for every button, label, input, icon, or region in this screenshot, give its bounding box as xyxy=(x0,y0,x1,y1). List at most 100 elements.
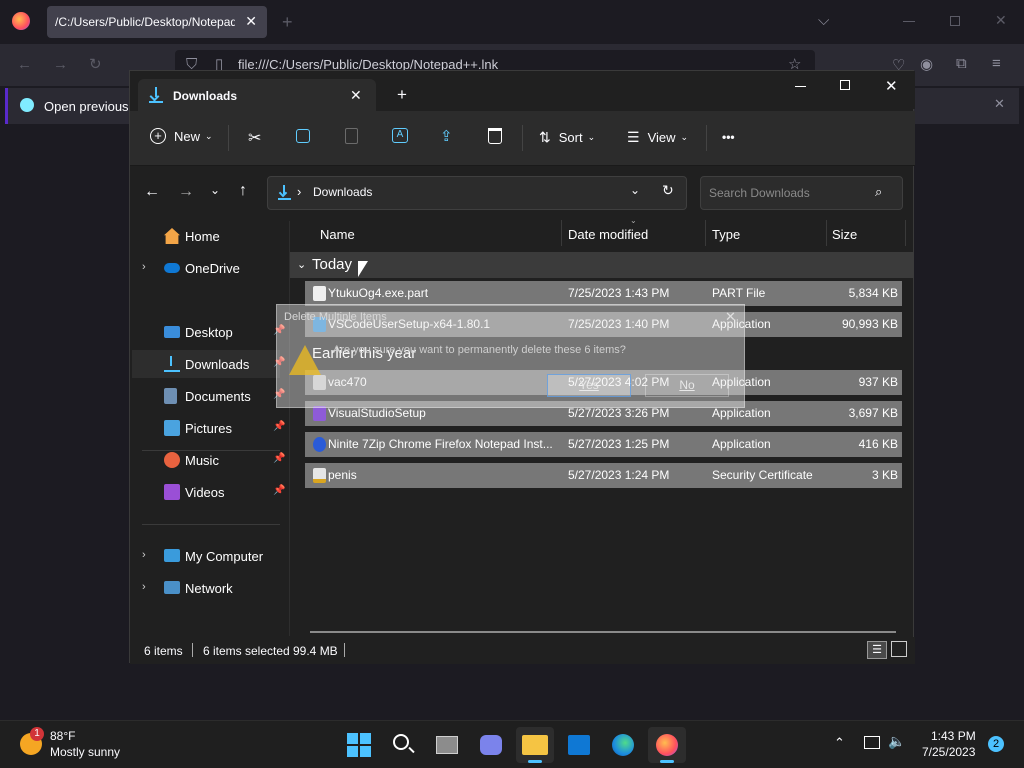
chevron-right-icon[interactable]: › xyxy=(142,581,146,593)
file-row[interactable]: penis 5/27/2023 1:24 PM Security Certifi… xyxy=(305,463,902,488)
nav-item-music[interactable]: Music 📌 xyxy=(130,446,285,474)
view-icon: ☰ xyxy=(627,129,640,145)
firefox-view-icon[interactable] xyxy=(12,12,30,30)
horizontal-scrollbar[interactable] xyxy=(310,631,896,633)
new-tab-button[interactable]: + xyxy=(282,12,293,33)
clock-time[interactable]: 1:43 PM xyxy=(931,729,976,743)
up-arrow-icon[interactable]: ↑ xyxy=(239,182,247,200)
nav-item-onedrive[interactable]: › OneDrive xyxy=(130,254,280,282)
chevron-right-icon[interactable]: › xyxy=(142,549,146,561)
teams-chat-button[interactable] xyxy=(472,727,510,763)
nav-item-desktop[interactable]: Desktop 📌 xyxy=(130,318,285,346)
column-divider[interactable] xyxy=(561,220,562,246)
nav-item-network[interactable]: › Network xyxy=(130,574,280,602)
recent-locations-icon[interactable]: ⌄ xyxy=(210,183,220,197)
start-button[interactable] xyxy=(340,727,378,763)
new-button[interactable]: + New ⌄ xyxy=(150,128,213,144)
forward-arrow-icon[interactable]: → xyxy=(178,183,194,201)
back-arrow-icon[interactable]: ← xyxy=(144,183,160,201)
weather-widget[interactable]: 1 88°F Mostly sunny xyxy=(18,727,138,763)
list-all-tabs-icon[interactable]: ⌵ xyxy=(818,12,829,29)
nav-item-videos[interactable]: Videos 📌 xyxy=(130,478,285,506)
paste-icon[interactable] xyxy=(345,128,358,144)
extensions-icon[interactable]: ⧉ xyxy=(956,55,967,72)
close-browser-icon[interactable]: ✕ xyxy=(995,12,1007,29)
new-tab-button[interactable]: + xyxy=(397,85,407,105)
weather-temp: 88°F xyxy=(50,729,76,743)
column-divider[interactable] xyxy=(705,220,706,246)
nav-divider xyxy=(142,524,280,525)
selected-size: 99.4 MB xyxy=(293,644,338,658)
breadcrumb[interactable]: Downloads xyxy=(313,185,372,199)
download-arrow-icon xyxy=(149,87,163,103)
dialog-close-icon[interactable]: ✕ xyxy=(725,309,736,325)
details-view-icon[interactable]: ☰ xyxy=(867,641,887,659)
maximize-icon[interactable] xyxy=(840,80,850,90)
share-icon[interactable]: ⇪ xyxy=(440,127,453,145)
close-window-icon[interactable]: ✕ xyxy=(885,77,898,95)
task-view-button[interactable] xyxy=(428,727,466,763)
column-header-name[interactable]: Name xyxy=(320,227,355,242)
minimize-icon[interactable] xyxy=(795,86,806,87)
file-row[interactable]: Ninite 7Zip Chrome Firefox Notepad Inst.… xyxy=(305,432,902,457)
search-input[interactable]: Search Downloads ⌕ xyxy=(700,176,903,210)
column-header-date[interactable]: Date modified xyxy=(568,227,648,242)
address-bar[interactable]: › Downloads ⌄ ↻ xyxy=(267,176,687,210)
close-tab-icon[interactable]: ✕ xyxy=(245,13,257,30)
search-icon[interactable]: ⌕ xyxy=(875,184,882,200)
microsoft-store-button[interactable] xyxy=(560,727,598,763)
clock-date[interactable]: 7/25/2023 xyxy=(922,745,975,759)
volume-icon[interactable]: 🔈 xyxy=(888,733,905,750)
maximize-browser-icon[interactable] xyxy=(950,16,960,26)
column-divider[interactable] xyxy=(826,220,827,246)
refresh-icon[interactable]: ↻ xyxy=(662,182,674,199)
see-more-button[interactable]: ••• xyxy=(722,130,735,144)
column-divider[interactable] xyxy=(905,220,906,246)
nav-item-home[interactable]: Home xyxy=(130,222,280,250)
nav-item-documents[interactable]: Documents 📌 xyxy=(130,382,285,410)
yes-button[interactable]: Yes xyxy=(547,374,631,397)
column-header-type[interactable]: Type xyxy=(712,227,740,242)
column-header-size[interactable]: Size xyxy=(832,227,857,242)
network-status-icon[interactable] xyxy=(864,736,880,749)
chevron-right-icon[interactable]: › xyxy=(142,261,146,273)
address-dropdown-icon[interactable]: ⌄ xyxy=(630,183,640,197)
sort-button[interactable]: ⇅ Sort ⌄ xyxy=(539,129,595,146)
notification-badge[interactable]: 2 xyxy=(988,736,1004,752)
show-hidden-icons[interactable]: ⌃ xyxy=(834,735,845,751)
file-explorer-taskbar-button[interactable] xyxy=(516,727,554,763)
nav-item-downloads[interactable]: Downloads 📌 xyxy=(132,350,285,378)
download-arrow-icon xyxy=(164,356,180,372)
view-button[interactable]: ☰ View ⌄ xyxy=(627,129,688,146)
no-button[interactable]: No xyxy=(645,374,729,397)
forward-icon[interactable]: → xyxy=(53,56,68,73)
cut-icon[interactable]: ✂ xyxy=(248,128,261,148)
file-name: penis xyxy=(328,468,357,482)
nav-item-my-computer[interactable]: › My Computer xyxy=(130,542,280,570)
reload-icon[interactable]: ↻ xyxy=(89,55,102,73)
nav-item-pictures[interactable]: Pictures 📌 xyxy=(130,414,285,442)
browser-tab[interactable]: /C:/Users/Public/Desktop/Notepad++.lnk ✕ xyxy=(47,6,267,38)
rename-icon[interactable]: A xyxy=(392,128,408,143)
firefox-button[interactable] xyxy=(648,727,686,763)
explorer-tab[interactable]: Downloads ✕ xyxy=(138,79,376,111)
status-divider xyxy=(192,643,193,657)
tiles-view-icon[interactable] xyxy=(891,641,907,657)
view-button-label: View xyxy=(647,130,676,145)
minimize-browser-icon[interactable] xyxy=(903,21,915,22)
chat-icon xyxy=(480,735,502,755)
group-header-today[interactable]: ⌄ Today xyxy=(290,252,914,278)
account-icon[interactable]: ◉ xyxy=(920,55,933,73)
edge-button[interactable] xyxy=(604,727,642,763)
close-notification-icon[interactable]: ✕ xyxy=(994,96,1005,112)
file-size: 90,993 KB xyxy=(841,317,898,331)
back-icon[interactable]: ← xyxy=(17,56,32,73)
nav-item-label: OneDrive xyxy=(185,261,240,276)
close-tab-icon[interactable]: ✕ xyxy=(350,87,362,104)
delete-icon[interactable] xyxy=(488,128,502,144)
file-size: 3,697 KB xyxy=(848,406,898,420)
file-row[interactable]: YtukuOg4.exe.part 7/25/2023 1:43 PM PART… xyxy=(305,281,902,306)
search-button[interactable] xyxy=(384,727,422,763)
copy-icon[interactable] xyxy=(296,129,310,143)
app-menu-icon[interactable]: ≡ xyxy=(992,55,1001,72)
